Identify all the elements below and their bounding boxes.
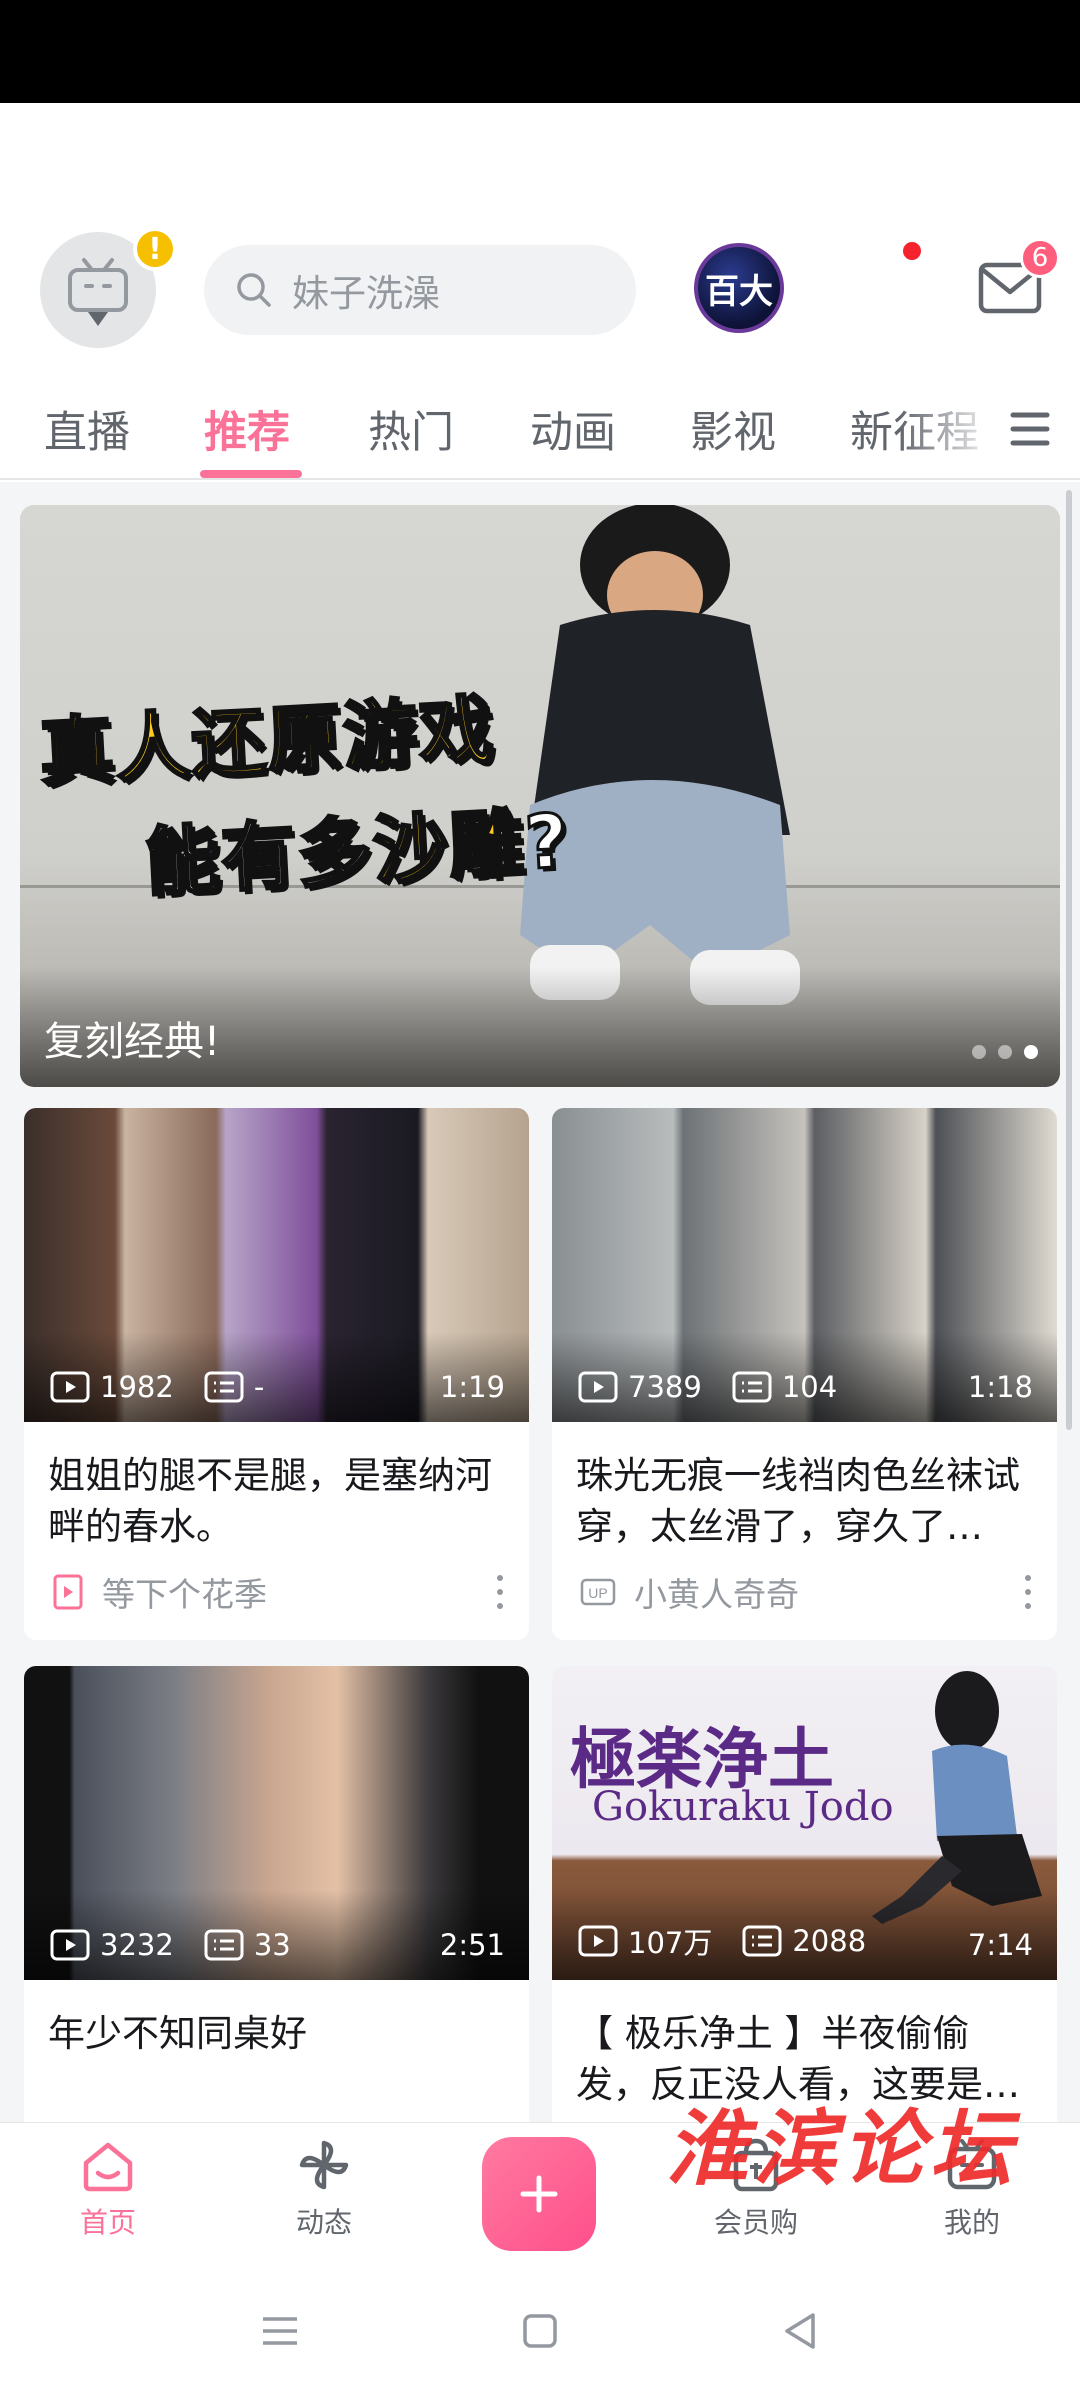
menu-icon[interactable] [1010,410,1050,448]
page-icon [53,1574,83,1610]
app-screen: ! 妹子洗澡 百大 6 直播 推荐 热门 动画 影视 新征程 [0,0,1080,2400]
video-meta: UP 小黄人奇奇 [552,1552,1057,1632]
carousel-dot[interactable] [972,1045,986,1059]
search-icon [237,273,271,307]
channel-tabs: 直播 推荐 热门 动画 影视 新征程 [0,380,1080,480]
tv-mascot-icon [68,258,128,326]
danmaku-icon [732,1371,772,1403]
recent-apps-icon[interactable] [255,2306,305,2356]
view-count: 3232 [100,1928,174,1962]
video-duration: 1:19 [439,1370,505,1404]
danmaku-count: 104 [781,1370,838,1404]
nav-dynamic[interactable]: 动态 [264,2135,384,2241]
tab-fade [900,380,1000,476]
video-card[interactable]: 3232 33 2:51 年少不知同桌好 [24,1666,529,2136]
view-count: 7389 [628,1370,702,1404]
pinwheel-icon [299,2140,349,2190]
status-bar [0,0,1080,103]
video-title[interactable]: 姐姐的腿不是腿，是塞纳河畔的春水。 [24,1422,529,1552]
video-stats: 7389 104 [578,1370,867,1404]
danmaku-count: 2088 [792,1924,867,1958]
carousel-dots [972,1045,1038,1059]
tab-anime[interactable]: 动画 [530,398,616,460]
active-tab-indicator [200,470,302,478]
svg-text:UP: UP [588,1585,607,1601]
tab-recommend[interactable]: 推荐 [204,398,290,460]
more-options-icon[interactable] [1023,1575,1033,1609]
danmaku-icon [204,1929,244,1961]
carousel-dot-active[interactable] [1024,1045,1038,1059]
video-stats: 1982 - [50,1370,294,1404]
home-button-icon[interactable] [515,2306,565,2356]
video-card[interactable]: 1982 - 1:19 姐姐的腿不是腿，是塞纳河畔的春水。 等下个花季 [24,1108,529,1640]
forum-watermark: 淮滨论坛 [666,2101,1018,2197]
tab-popular[interactable]: 热门 [368,398,454,460]
video-stats: 3232 33 [50,1928,321,1962]
headline-part-c: ? [521,797,573,888]
video-thumbnail: 3232 33 2:51 [24,1666,529,1980]
mail-count-badge: 6 [1020,238,1060,278]
feed-scrollbar[interactable] [1066,490,1072,1430]
plus-icon [520,2175,558,2213]
video-duration: 7:14 [967,1928,1033,1962]
danmaku-icon [204,1371,244,1403]
banner-headline-line2: 能有多沙雕? [142,781,574,910]
video-thumbnail: 極楽浄土 Gokuraku Jodo 107万 2088 7:14 [552,1666,1057,1980]
banner-headline: 真人还原游戏 能有多沙雕? [36,666,574,915]
play-count-icon [578,1925,618,1957]
author-name[interactable]: 等下个花季 [102,1568,267,1616]
video-thumbnail: 7389 104 1:18 [552,1108,1057,1422]
nav-dynamic-label: 动态 [295,2206,352,2239]
banner-carousel[interactable]: 真人还原游戏 能有多沙雕? 复刻经典! [20,505,1060,1087]
notification-dot [903,242,921,260]
video-title[interactable]: 年少不知同桌好 [24,1980,529,2110]
play-count-icon [50,1371,90,1403]
headline-part-b: 沙雕 [370,799,529,896]
up-icon: UP [580,1578,616,1606]
video-stats: 107万 2088 [578,1920,896,1962]
more-options-icon[interactable] [495,1575,505,1609]
publish-button[interactable] [482,2137,596,2251]
danmaku-count: - [253,1370,265,1404]
dancer-figure [872,1671,1042,1924]
game-entry-badge[interactable]: 百大 [694,243,784,333]
nav-shop-label: 会员购 [713,2206,798,2239]
banner-headline-line1: 真人还原游戏 [36,686,499,799]
danmaku-icon [742,1925,782,1957]
video-duration: 1:18 [967,1370,1033,1404]
video-meta: 等下个花季 [24,1552,529,1632]
tab-film[interactable]: 影视 [690,398,776,460]
back-icon[interactable] [775,2306,825,2356]
headline-part-a: 能有多 [142,807,377,908]
system-navigation-bar [0,2262,1080,2400]
nav-home-label: 首页 [79,2206,136,2239]
video-duration: 2:51 [439,1928,505,1962]
play-count-icon [578,1371,618,1403]
search-placeholder: 妹子洗澡 [292,272,440,315]
video-title[interactable]: 珠光无痕一线裆肉色丝袜试穿，太丝滑了，穿久了… [552,1422,1057,1552]
view-count: 1982 [100,1370,174,1404]
carousel-dot[interactable] [998,1045,1012,1059]
home-icon [83,2142,133,2192]
tab-live[interactable]: 直播 [44,398,130,460]
play-count-icon [50,1929,90,1961]
nav-mine-label: 我的 [943,2206,1000,2239]
search-input[interactable]: 妹子洗澡 [204,245,636,335]
avatar-alert-badge: ! [133,227,177,271]
video-card[interactable]: 7389 104 1:18 珠光无痕一线裆肉色丝袜试穿，太丝滑了，穿久了… UP… [552,1108,1057,1640]
banner-caption: 复刻经典! [44,1019,221,1065]
author-name[interactable]: 小黄人奇奇 [634,1568,799,1616]
video-thumbnail: 1982 - 1:19 [24,1108,529,1422]
view-count: 107万 [628,1926,713,1960]
video-card[interactable]: 極楽浄土 Gokuraku Jodo 107万 2088 7:14 【 极乐净土… [552,1666,1057,2136]
danmaku-count: 33 [253,1928,291,1962]
nav-home[interactable]: 首页 [48,2135,168,2241]
